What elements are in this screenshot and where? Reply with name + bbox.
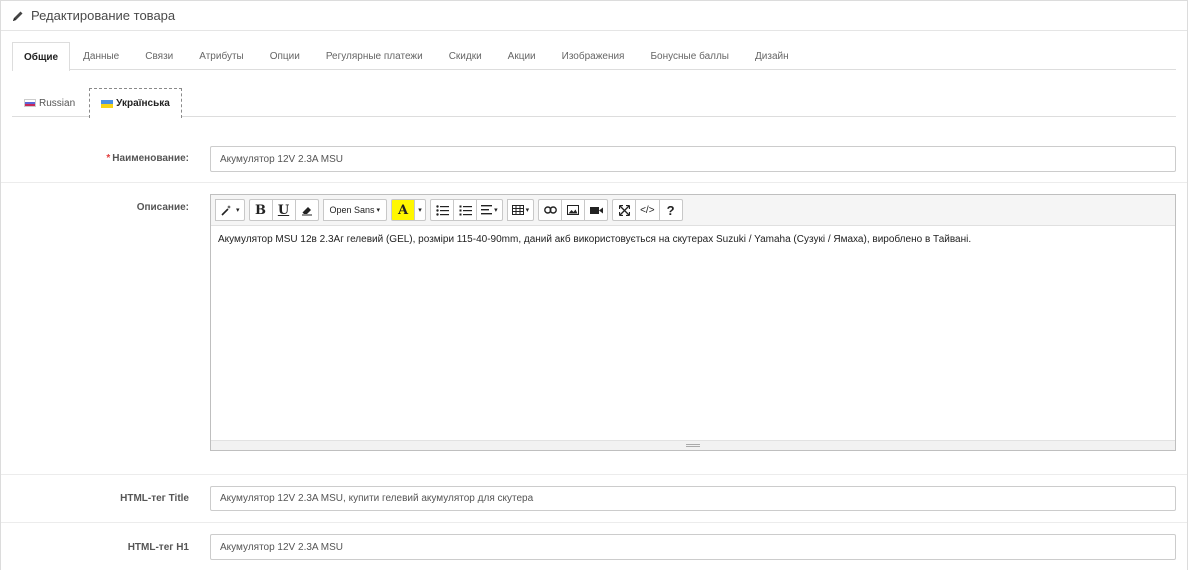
row-divider: [1, 182, 1187, 183]
h1-label: HTML-тег H1: [127, 542, 189, 553]
insert-video-button[interactable]: [584, 199, 609, 221]
main-tabs: Общие Данные Связи Атрибуты Опции Регуля…: [12, 42, 1176, 71]
eraser-button[interactable]: [294, 199, 319, 221]
row-divider: [1, 474, 1187, 475]
code-view-button[interactable]: </>: [635, 199, 660, 221]
insert-image-button[interactable]: [561, 199, 586, 221]
tab-specials[interactable]: Акции: [495, 42, 549, 70]
tab-discounts[interactable]: Скидки: [436, 42, 495, 70]
description-editor: ▾ B U Open Sans ▾ A ▾ ▾ ▾ </> ? Акумулят…: [210, 194, 1176, 451]
language-tab-ukrainian[interactable]: Українська: [89, 88, 182, 118]
bold-button[interactable]: B: [248, 199, 273, 221]
chevron-down-icon: ▾: [236, 207, 240, 214]
chevron-down-icon: ▾: [376, 207, 381, 214]
product-edit-panel: Редактирование товара Общие Данные Связи…: [0, 0, 1188, 570]
style-magic-button[interactable]: ▾: [215, 199, 245, 221]
description-label: Описание:: [136, 202, 189, 213]
language-tab-russian[interactable]: Russian: [12, 88, 87, 117]
numbered-list-icon: [459, 205, 472, 215]
paragraph-align-button[interactable]: ▾: [476, 199, 503, 221]
text-color-dropdown[interactable]: ▾: [414, 199, 427, 221]
tab-recurring[interactable]: Регулярные платежи: [313, 42, 436, 70]
language-label: Українська: [116, 98, 170, 109]
video-icon: [589, 206, 603, 214]
russia-flag-icon: [24, 99, 36, 107]
fullscreen-icon: [618, 204, 630, 216]
table-icon: [511, 205, 524, 215]
tab-options[interactable]: Опции: [257, 42, 313, 70]
name-input[interactable]: Акумулятор 12V 2.3A MSU: [210, 146, 1176, 172]
h1-input[interactable]: Акумулятор 12V 2.3A MSU: [210, 534, 1176, 560]
required-mark: *: [106, 153, 111, 164]
image-icon: [567, 205, 580, 215]
align-left-icon: [481, 205, 493, 215]
bullet-list-icon: [435, 204, 449, 216]
meta-title-label: HTML-тег Title: [120, 493, 189, 504]
chevron-down-icon: ▾: [418, 207, 422, 214]
unordered-list-button[interactable]: [430, 199, 455, 221]
help-button[interactable]: ?: [658, 199, 683, 221]
row-divider: [1, 522, 1187, 523]
ordered-list-button[interactable]: [453, 199, 478, 221]
ukraine-flag-icon: [101, 99, 114, 108]
tab-design[interactable]: Дизайн: [742, 42, 802, 70]
grip-icon: [686, 444, 700, 447]
link-icon: [543, 206, 557, 214]
tab-links[interactable]: Связи: [132, 42, 186, 70]
tab-general[interactable]: Общие: [12, 42, 71, 71]
meta-title-input[interactable]: Акумулятор 12V 2.3A MSU, купити гелевий …: [210, 486, 1176, 511]
panel-heading: Редактирование товара: [1, 1, 1187, 31]
editor-toolbar: ▾ B U Open Sans ▾ A ▾ ▾ ▾ </> ?: [211, 195, 1175, 226]
eraser-icon: [301, 207, 312, 216]
font-family-select[interactable]: Open Sans ▾: [322, 199, 388, 221]
pencil-icon: [11, 9, 25, 23]
editor-resize-handle[interactable]: [211, 440, 1175, 450]
chevron-down-icon: ▾: [494, 207, 498, 214]
chevron-down-icon: ▾: [525, 207, 530, 214]
page-title: Редактирование товара: [31, 8, 176, 23]
editor-content[interactable]: Акумулятор MSU 12в 2.3Аг гелевий (GEL), …: [211, 226, 1175, 438]
language-tabs: Russian Українська: [12, 88, 1176, 118]
insert-link-button[interactable]: [538, 199, 563, 221]
tab-images[interactable]: Изображения: [549, 42, 638, 70]
tab-data[interactable]: Данные: [70, 42, 132, 70]
language-label: Russian: [39, 97, 76, 109]
underline-button[interactable]: U: [271, 199, 296, 221]
table-button[interactable]: ▾: [506, 199, 535, 221]
text-color-button[interactable]: A: [391, 199, 416, 221]
fullscreen-button[interactable]: [612, 199, 637, 221]
tab-reward-points[interactable]: Бонусные баллы: [637, 42, 742, 70]
magic-wand-icon: [221, 205, 231, 216]
name-label: * Наименование:: [106, 153, 189, 164]
tab-attributes[interactable]: Атрибуты: [186, 42, 256, 70]
